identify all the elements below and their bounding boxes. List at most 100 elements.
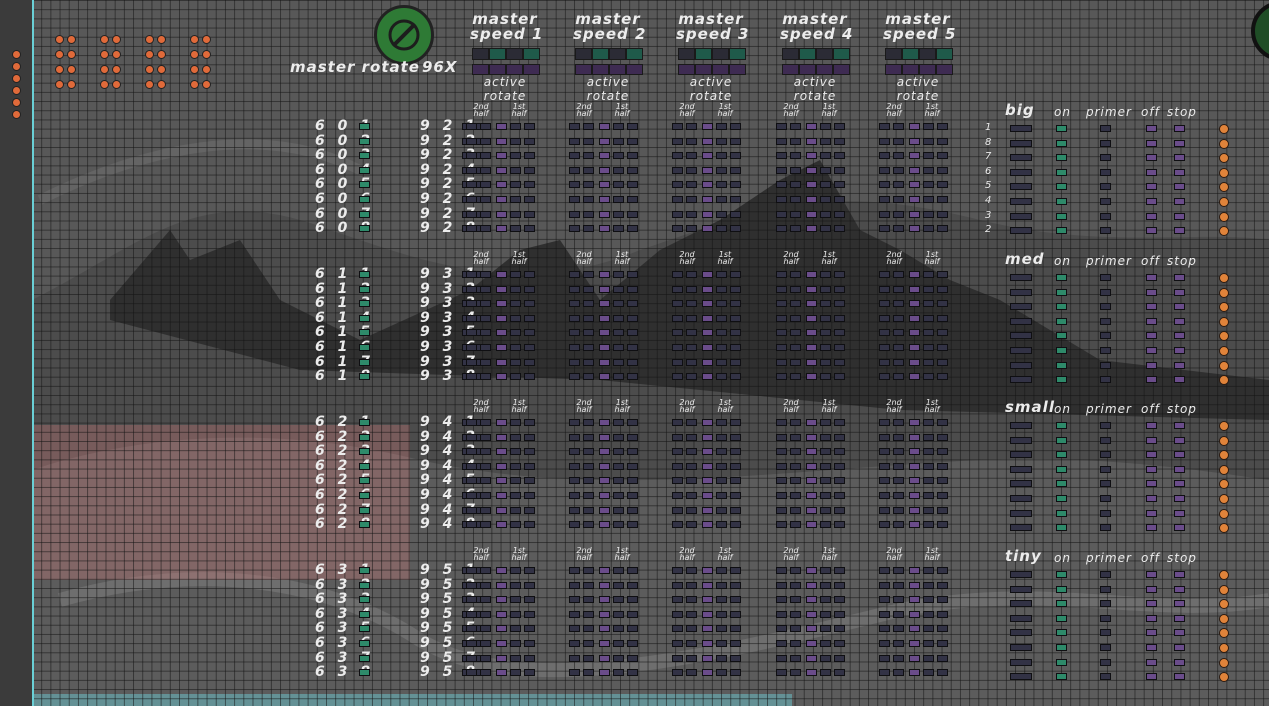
rotate-cell[interactable] bbox=[730, 521, 741, 529]
rotate-cell[interactable] bbox=[937, 373, 948, 381]
rotate-cell[interactable] bbox=[893, 225, 904, 233]
rotate-cell[interactable] bbox=[524, 300, 535, 308]
on-cell[interactable] bbox=[1056, 183, 1067, 191]
size-cell[interactable] bbox=[1010, 139, 1032, 147]
rotate-cell[interactable] bbox=[583, 225, 594, 233]
stop-cell[interactable] bbox=[1174, 658, 1185, 666]
off-cell[interactable] bbox=[1146, 509, 1157, 517]
speed-selector-block[interactable] bbox=[472, 64, 489, 75]
rotate-cell[interactable] bbox=[583, 196, 594, 203]
rotate-cell[interactable] bbox=[599, 196, 610, 203]
rotate-cell[interactable] bbox=[524, 448, 535, 456]
rotate-cell[interactable] bbox=[879, 462, 890, 470]
rotate-cell[interactable] bbox=[716, 271, 727, 278]
rotate-cell[interactable] bbox=[599, 462, 610, 470]
rotate-cell[interactable] bbox=[569, 625, 580, 633]
rotate-cell[interactable] bbox=[893, 166, 904, 174]
row-toggle[interactable] bbox=[359, 610, 370, 618]
rotate-cell[interactable] bbox=[790, 137, 801, 145]
rotate-cell[interactable] bbox=[524, 521, 535, 529]
rotate-cell[interactable] bbox=[672, 521, 683, 529]
rotate-cell[interactable] bbox=[510, 596, 521, 604]
on-cell[interactable] bbox=[1056, 139, 1067, 147]
rotate-cell[interactable] bbox=[879, 506, 890, 514]
rotate-cell[interactable] bbox=[686, 477, 697, 485]
off-cell[interactable] bbox=[1146, 303, 1157, 311]
rotate-cell[interactable] bbox=[510, 477, 521, 485]
rotate-cell[interactable] bbox=[716, 433, 727, 441]
row-toggle[interactable] bbox=[359, 137, 370, 145]
rotate-cell[interactable] bbox=[893, 152, 904, 160]
switch-dot[interactable] bbox=[55, 80, 64, 89]
rotate-cell[interactable] bbox=[583, 210, 594, 218]
size-cell[interactable] bbox=[1010, 658, 1032, 666]
rotate-cell[interactable] bbox=[702, 166, 713, 174]
rotate-cell[interactable] bbox=[627, 433, 638, 441]
size-cell[interactable] bbox=[1010, 422, 1032, 429]
stop-cell[interactable] bbox=[1174, 673, 1185, 681]
rotate-cell[interactable] bbox=[510, 329, 521, 337]
rotate-cell[interactable] bbox=[937, 433, 948, 441]
primer-cell[interactable] bbox=[1100, 495, 1111, 502]
switch-dot[interactable] bbox=[190, 35, 199, 44]
off-cell[interactable] bbox=[1146, 571, 1157, 578]
rotate-cell[interactable] bbox=[923, 344, 934, 351]
rotate-cell[interactable] bbox=[480, 669, 491, 677]
rotate-cell[interactable] bbox=[524, 492, 535, 499]
rotate-cell[interactable] bbox=[806, 285, 817, 293]
row-toggle[interactable] bbox=[359, 433, 370, 441]
off-cell[interactable] bbox=[1146, 585, 1157, 593]
rotate-cell[interactable] bbox=[686, 271, 697, 278]
rotate-cell[interactable] bbox=[879, 166, 890, 174]
rotate-cell[interactable] bbox=[702, 506, 713, 514]
row-toggle[interactable] bbox=[359, 581, 370, 589]
switch-dot[interactable] bbox=[67, 80, 76, 89]
rotate-cell[interactable] bbox=[893, 285, 904, 293]
rotate-cell[interactable] bbox=[672, 448, 683, 456]
rotate-cell[interactable] bbox=[686, 654, 697, 662]
rotate-cell[interactable] bbox=[466, 462, 477, 470]
rotate-cell[interactable] bbox=[686, 419, 697, 426]
rotate-cell[interactable] bbox=[716, 358, 727, 366]
rotate-cell[interactable] bbox=[569, 271, 580, 278]
rotate-cell[interactable] bbox=[716, 419, 727, 426]
rotate-cell[interactable] bbox=[672, 596, 683, 604]
switch-dot[interactable] bbox=[100, 80, 109, 89]
rotate-cell[interactable] bbox=[909, 448, 920, 456]
rotate-cell[interactable] bbox=[806, 625, 817, 633]
rotate-cell[interactable] bbox=[569, 640, 580, 647]
rotate-cell[interactable] bbox=[923, 581, 934, 589]
rotate-cell[interactable] bbox=[730, 123, 741, 130]
stop-cell[interactable] bbox=[1174, 227, 1185, 235]
rotate-cell[interactable] bbox=[466, 123, 477, 130]
rotate-cell[interactable] bbox=[806, 166, 817, 174]
rotate-cell[interactable] bbox=[923, 492, 934, 499]
rotate-cell[interactable] bbox=[627, 521, 638, 529]
off-cell[interactable] bbox=[1146, 422, 1157, 429]
rotate-cell[interactable] bbox=[834, 329, 845, 337]
rotate-cell[interactable] bbox=[893, 596, 904, 604]
rotate-cell[interactable] bbox=[834, 492, 845, 499]
rotate-cell[interactable] bbox=[909, 210, 920, 218]
rotate-cell[interactable] bbox=[672, 152, 683, 160]
primer-cell[interactable] bbox=[1100, 629, 1111, 637]
rotate-cell[interactable] bbox=[820, 521, 831, 529]
rotate-cell[interactable] bbox=[790, 477, 801, 485]
size-cell[interactable] bbox=[1010, 288, 1032, 296]
rotate-cell[interactable] bbox=[776, 567, 787, 574]
rotate-cell[interactable] bbox=[627, 285, 638, 293]
rotate-cell[interactable] bbox=[569, 462, 580, 470]
switch-dot[interactable] bbox=[157, 65, 166, 74]
on-cell[interactable] bbox=[1056, 524, 1067, 532]
rotate-cell[interactable] bbox=[599, 225, 610, 233]
rotate-cell[interactable] bbox=[466, 152, 477, 160]
rotate-cell[interactable] bbox=[599, 506, 610, 514]
rotate-cell[interactable] bbox=[820, 300, 831, 308]
speed-selector-block[interactable] bbox=[936, 48, 953, 60]
rotate-cell[interactable] bbox=[672, 271, 683, 278]
on-cell[interactable] bbox=[1056, 495, 1067, 502]
rotate-cell[interactable] bbox=[583, 640, 594, 647]
switch-dot[interactable] bbox=[12, 86, 21, 95]
rotate-cell[interactable] bbox=[599, 358, 610, 366]
rotate-cell[interactable] bbox=[627, 166, 638, 174]
